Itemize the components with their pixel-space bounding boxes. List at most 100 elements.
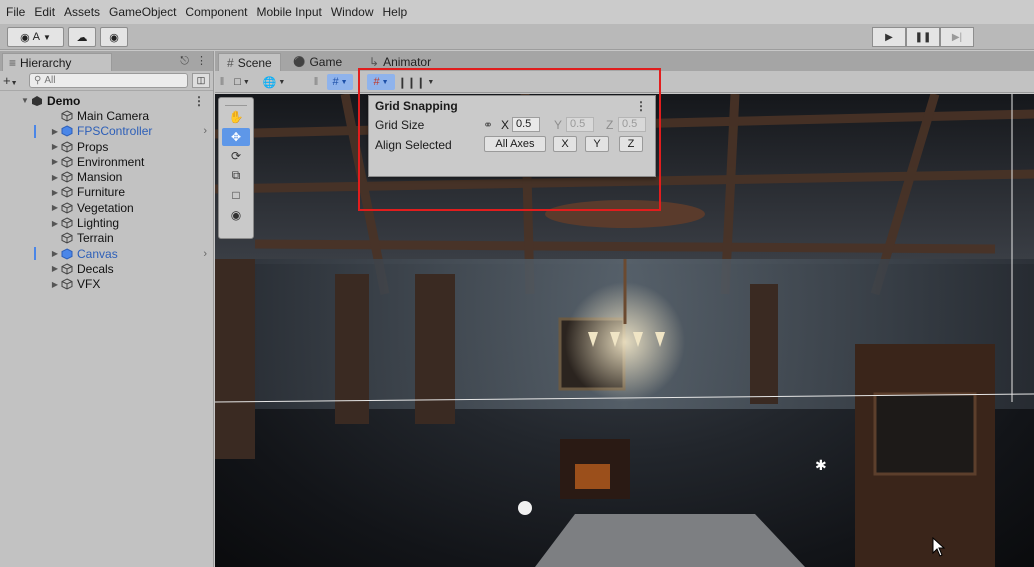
kebab-menu-icon[interactable]: ⋮ bbox=[196, 55, 207, 67]
hierarchy-item[interactable]: ▼ Demo ⋮ bbox=[0, 93, 213, 108]
hand-tool-button[interactable]: ✋ bbox=[222, 108, 250, 127]
tab-hierarchy[interactable]: ≡ Hierarchy bbox=[2, 53, 112, 71]
grid-size-y-field[interactable]: 0.5 bbox=[566, 117, 594, 132]
tool-palette: ✋ ✥ ⟳ ⧉ □ ◉ bbox=[218, 97, 254, 239]
expand-arrow-right-icon[interactable]: ▶ bbox=[50, 188, 60, 197]
hierarchy-item[interactable]: ▶ Props bbox=[0, 139, 213, 154]
menu-item-gameobject[interactable]: GameObject bbox=[109, 5, 176, 19]
play-button[interactable]: ▶ bbox=[872, 27, 906, 47]
menu-item-mobile-input[interactable]: Mobile Input bbox=[256, 5, 321, 19]
chevron-right-icon[interactable]: › bbox=[203, 125, 207, 137]
cloud-button[interactable]: ☁ bbox=[68, 27, 96, 47]
filter-icon: ◫ bbox=[196, 75, 206, 85]
playback-controls: ▶ ❚❚ ▶| bbox=[872, 27, 974, 47]
account-dropdown[interactable]: ◉ A ▼ bbox=[7, 27, 64, 47]
chevron-down-icon: ▼ bbox=[381, 78, 389, 86]
toolbar-grip: ‖ bbox=[313, 76, 319, 88]
create-button[interactable]: +▼ bbox=[3, 73, 29, 88]
hierarchy-item[interactable]: ▶ Vegetation bbox=[0, 200, 213, 215]
expand-arrow-down-icon[interactable]: ▼ bbox=[20, 96, 30, 105]
link-icon[interactable]: ⚭ bbox=[483, 118, 493, 132]
rect-icon: □ bbox=[232, 188, 240, 203]
hierarchy-item[interactable]: ▶ Decals bbox=[0, 261, 213, 276]
search-input[interactable] bbox=[44, 75, 185, 86]
hierarchy-search[interactable]: ⚲ bbox=[29, 73, 188, 88]
gameobject-cube-icon bbox=[60, 278, 74, 290]
draw-mode-dropdown[interactable]: □ ▼ bbox=[229, 74, 255, 90]
align-y-button[interactable]: Y bbox=[585, 136, 609, 152]
tab-animator[interactable]: ↳ Animator bbox=[361, 53, 439, 71]
menu-item-assets[interactable]: Assets bbox=[64, 5, 100, 19]
align-x-button[interactable]: X bbox=[553, 136, 577, 152]
toolbar-grip: ‖ bbox=[219, 76, 225, 88]
kebab-menu-icon[interactable]: ⋮ bbox=[193, 94, 205, 108]
rotate-icon: ⟳ bbox=[230, 149, 242, 164]
hierarchy-item[interactable]: ▶ Canvas › bbox=[0, 246, 213, 261]
move-tool-button[interactable]: ✥ bbox=[222, 127, 250, 146]
hierarchy-item-label: Main Camera bbox=[77, 108, 150, 123]
transform-icon: ◉ bbox=[230, 207, 242, 222]
menu-item-file[interactable]: File bbox=[6, 5, 25, 19]
expand-arrow-right-icon[interactable]: ▶ bbox=[50, 249, 60, 258]
palette-grip[interactable] bbox=[225, 98, 247, 106]
menu-item-edit[interactable]: Edit bbox=[34, 5, 55, 19]
menu-item-component[interactable]: Component bbox=[185, 5, 247, 19]
expand-arrow-right-icon[interactable]: ▶ bbox=[50, 264, 60, 273]
hierarchy-item[interactable]: ▶ FPSController › bbox=[0, 124, 213, 139]
expand-arrow-right-icon[interactable]: ▶ bbox=[50, 203, 60, 212]
hierarchy-tree: ▼ Demo ⋮ Main Camera ▶ FPSController › ▶ Props ▶ E… bbox=[0, 91, 213, 292]
chevron-right-icon[interactable]: › bbox=[203, 248, 207, 260]
hierarchy-item[interactable]: ▶ VFX bbox=[0, 277, 213, 292]
gameobject-cube-icon bbox=[60, 217, 74, 229]
gameobject-cube-icon bbox=[60, 110, 74, 122]
pause-button[interactable]: ❚❚ bbox=[906, 27, 940, 47]
expand-arrow-right-icon[interactable]: ▶ bbox=[50, 157, 60, 166]
tab-game[interactable]: ⚫ Game bbox=[285, 53, 350, 71]
expand-arrow-right-icon[interactable]: ▶ bbox=[50, 173, 60, 182]
scene-tab-bar: # Scene ⚫ Game ↳ Animator bbox=[215, 51, 1034, 71]
kebab-menu-icon[interactable]: ⋮ bbox=[635, 99, 647, 113]
hierarchy-item-label: Props bbox=[77, 139, 109, 154]
hierarchy-item[interactable]: ▶ Lighting bbox=[0, 215, 213, 230]
tab-scene[interactable]: # Scene bbox=[218, 53, 281, 71]
gameobject-cube-icon bbox=[60, 186, 74, 198]
scale-icon: ⧉ bbox=[231, 168, 241, 183]
grid-snapping-button[interactable]: # ▼ bbox=[367, 74, 395, 90]
rect-tool-button[interactable]: □ bbox=[222, 186, 250, 205]
step-button[interactable]: ▶| bbox=[940, 27, 974, 47]
chevron-down-icon: ▼ bbox=[43, 32, 51, 42]
rotate-tool-button[interactable]: ⟳ bbox=[222, 147, 250, 166]
collab-button[interactable]: ◉ bbox=[100, 27, 128, 47]
lock-icon[interactable]: ⎋ bbox=[180, 55, 189, 67]
align-all-axes-button[interactable]: All Axes bbox=[484, 136, 546, 152]
expand-arrow-right-icon[interactable]: ▶ bbox=[50, 280, 60, 289]
hierarchy-item[interactable]: Main Camera bbox=[0, 108, 213, 123]
expand-arrow-right-icon[interactable]: ▶ bbox=[50, 142, 60, 151]
hierarchy-item[interactable]: Terrain bbox=[0, 231, 213, 246]
hand-icon: ✋ bbox=[228, 110, 244, 125]
pause-icon: ❚❚ bbox=[914, 31, 932, 43]
expand-arrow-right-icon[interactable]: ▶ bbox=[50, 219, 60, 228]
align-z-button[interactable]: Z bbox=[619, 136, 643, 152]
world-grid-button[interactable]: # ▼ bbox=[327, 74, 353, 90]
menu-item-window[interactable]: Window bbox=[331, 5, 374, 19]
expand-arrow-right-icon[interactable]: ▶ bbox=[50, 127, 60, 136]
menu-item-help[interactable]: Help bbox=[383, 5, 408, 19]
draw-mode-icon: □ bbox=[234, 76, 241, 88]
hierarchy-item[interactable]: ▶ Mansion bbox=[0, 169, 213, 184]
gameobject-cube-icon bbox=[60, 232, 74, 244]
transform-tool-button[interactable]: ◉ bbox=[222, 206, 250, 225]
gameobject-cube-icon bbox=[60, 263, 74, 275]
increment-snap-dropdown[interactable]: ❙❙❙ ▼ bbox=[398, 74, 435, 90]
gameobject-cube-icon bbox=[60, 202, 74, 214]
account-icon: ◉ bbox=[20, 31, 30, 44]
grid-snapping-popup: Grid Snapping ⋮ Grid Size ⚭ X 0.5 Y 0.5 … bbox=[368, 95, 656, 177]
scale-tool-button[interactable]: ⧉ bbox=[222, 167, 250, 186]
hierarchy-item[interactable]: ▶ Environment bbox=[0, 154, 213, 169]
hierarchy-item-label: FPSController bbox=[77, 124, 153, 139]
filter-button[interactable]: ◫ bbox=[192, 73, 210, 88]
hierarchy-item[interactable]: ▶ Furniture bbox=[0, 185, 213, 200]
grid-size-x-field[interactable]: 0.5 bbox=[512, 117, 540, 132]
view-options-dropdown[interactable]: 🌐 ▼ bbox=[259, 74, 289, 90]
grid-size-z-field[interactable]: 0.5 bbox=[618, 117, 646, 132]
